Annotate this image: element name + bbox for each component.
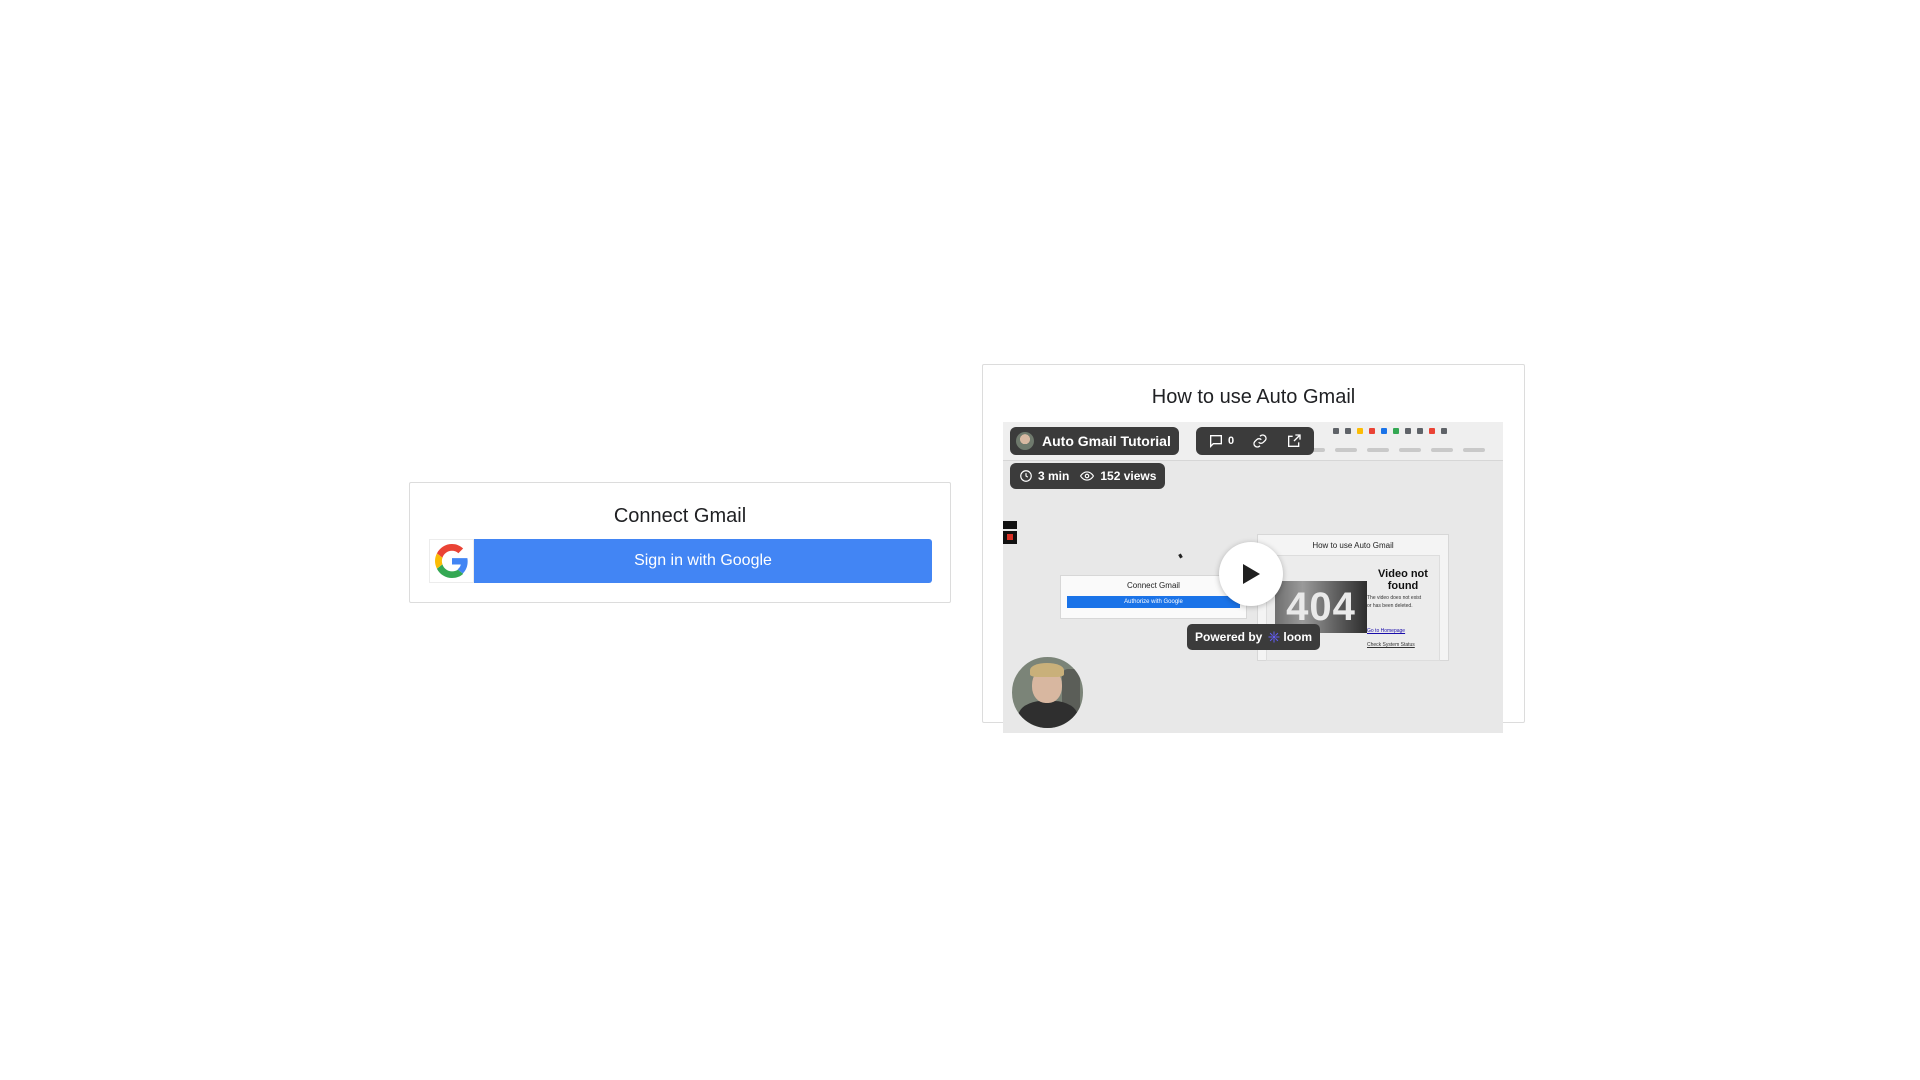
comments-count: 0: [1228, 435, 1235, 447]
loom-icon: [1268, 631, 1280, 643]
play-button[interactable]: [1219, 542, 1283, 606]
connect-gmail-title: Connect Gmail: [613, 505, 747, 527]
preview-video-card-title: How to use Auto Gmail: [1312, 541, 1394, 550]
system-status-link: Check System Status: [1367, 642, 1415, 648]
comments-button[interactable]: 0: [1208, 433, 1234, 449]
google-g-icon: [429, 539, 474, 583]
loom-brand: loom: [1283, 630, 1313, 644]
creator-avatar-small: [1016, 432, 1034, 450]
eye-icon: [1080, 471, 1095, 481]
mouse-cursor: [1178, 553, 1183, 559]
clock-icon: [1020, 470, 1032, 482]
video-title: Auto Gmail Tutorial: [1042, 433, 1171, 449]
video-meta-pill: 3 min 152 views: [1010, 463, 1166, 489]
recording-controls: [1003, 521, 1017, 544]
video-views: 152 views: [1100, 469, 1157, 483]
video-card-title: How to use Auto Gmail: [1151, 386, 1356, 408]
presenter-camera-bubble: [1010, 655, 1085, 730]
link-icon[interactable]: [1252, 433, 1268, 449]
not-found-title: Video not found: [1378, 568, 1428, 592]
sign-in-with-google-button[interactable]: Sign in with Google: [429, 539, 932, 583]
sign-in-with-google-label: Sign in with Google: [474, 539, 932, 583]
comment-icon: [1210, 435, 1222, 448]
powered-by-label: Powered by: [1195, 630, 1263, 644]
preview-connect-title: Connect Gmail: [1127, 581, 1180, 590]
video-title-pill[interactable]: Auto Gmail Tutorial: [1010, 427, 1179, 455]
loom-video-player[interactable]: Auto Gmail Tutorial 0 3 min 152 views Co…: [1003, 422, 1503, 733]
video-actions-pill: 0: [1196, 427, 1315, 455]
connect-gmail-card: Connect Gmail Sign in with Google: [409, 482, 951, 603]
homepage-link: Go to Homepage: [1367, 628, 1406, 634]
not-found-text: The video does not exist or has been del…: [1367, 595, 1422, 609]
preview-authorize-button: Authorize with Google: [1067, 596, 1240, 608]
powered-by-loom-badge[interactable]: Powered by loom: [1187, 624, 1321, 650]
video-duration: 3 min: [1038, 469, 1070, 483]
play-icon: [1243, 564, 1260, 584]
external-link-icon[interactable]: [1286, 433, 1302, 449]
